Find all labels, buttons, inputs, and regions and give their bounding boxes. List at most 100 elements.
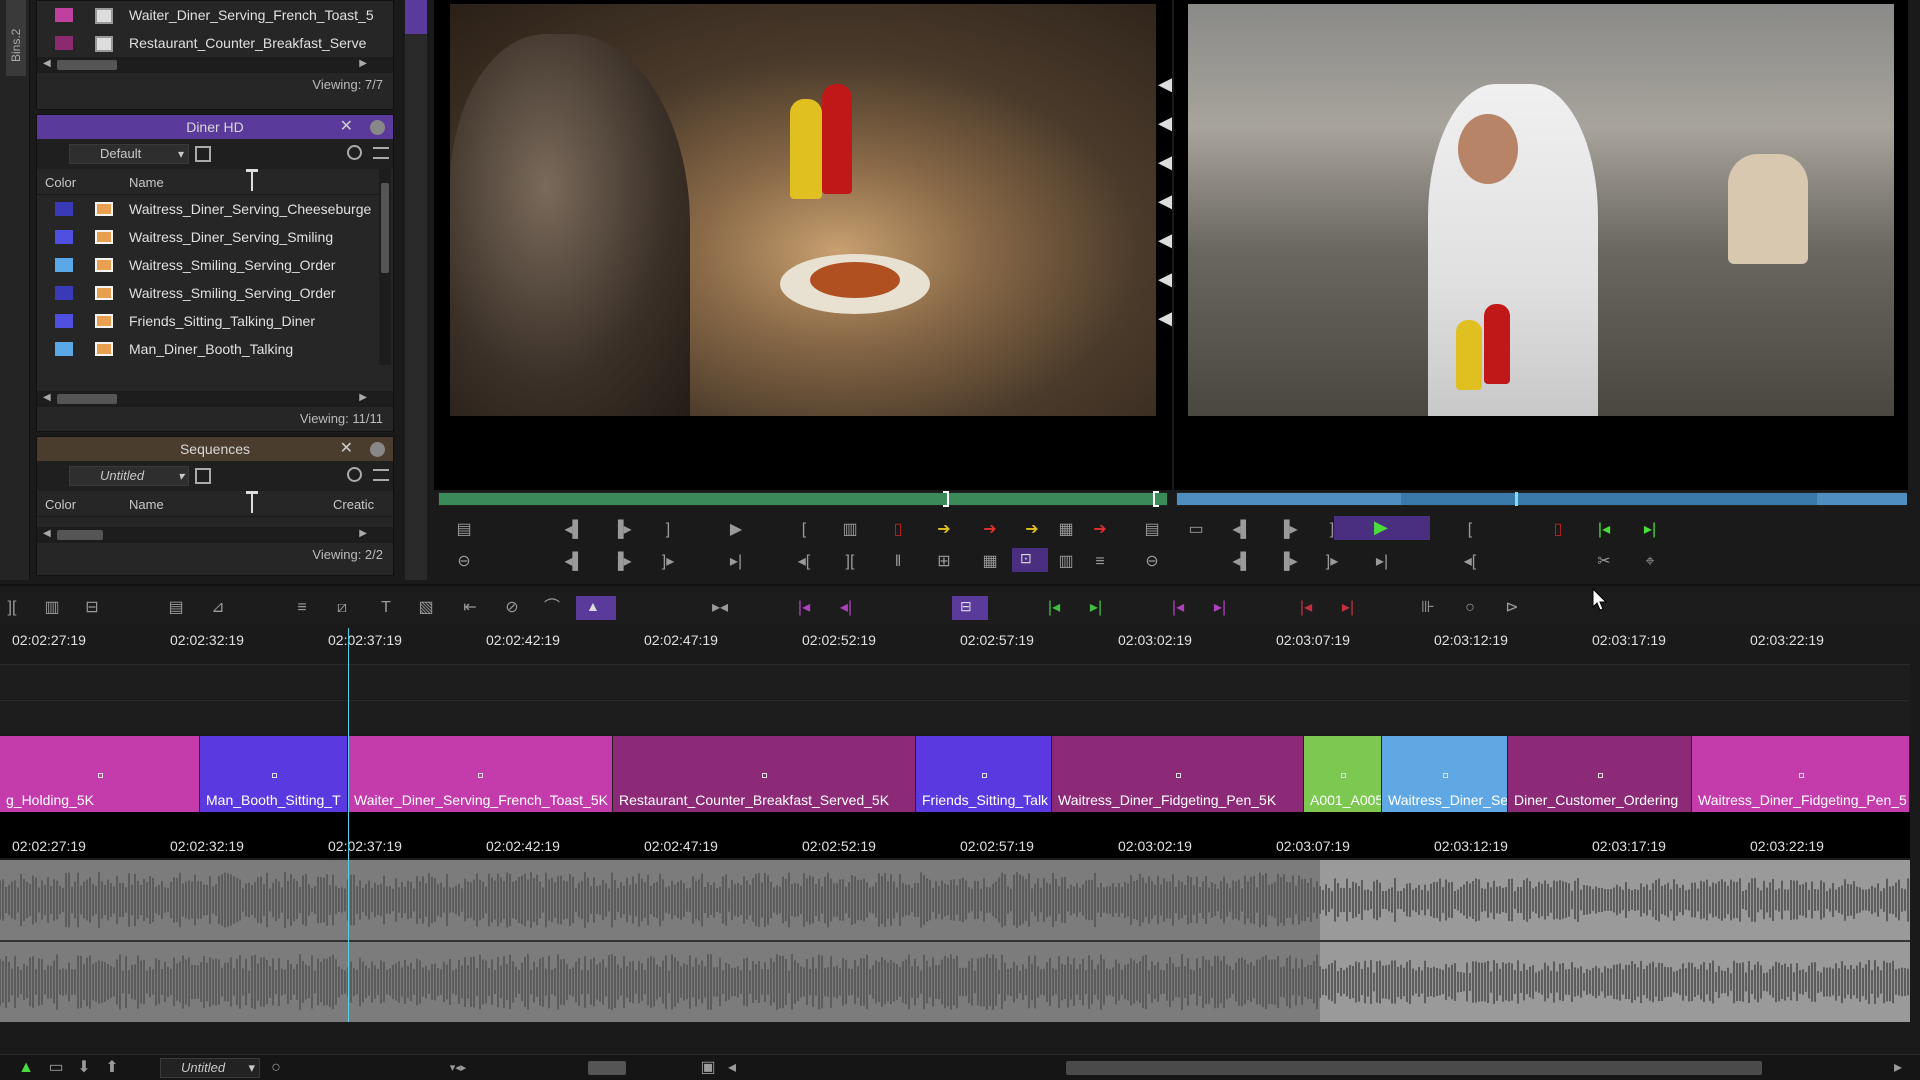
scroll-left-icon[interactable]: ◂	[720, 1058, 744, 1078]
timecode-ruler-lower[interactable]: 02:02:27:19 02:02:32:19 02:02:37:19 02:0…	[0, 812, 1910, 858]
hamburger-icon[interactable]	[373, 147, 389, 159]
timeline-clip[interactable]: Man_Booth_Sitting_T	[200, 736, 348, 812]
timeline-clip[interactable]: Friends_Sitting_Talk	[916, 736, 1052, 812]
trim-icon[interactable]: ▭	[1184, 520, 1208, 540]
bins-tab[interactable]: Bins.2	[6, 0, 26, 76]
scroll-right-icon[interactable]: ▶	[359, 58, 367, 69]
play-button[interactable]: ▶	[1334, 516, 1430, 540]
grid-icon[interactable]: ▦	[1054, 520, 1078, 540]
col-creation[interactable]: Creatic	[333, 497, 374, 512]
mark-in-icon[interactable]: [	[792, 520, 816, 540]
timeline-clip[interactable]: Waitress_Diner_Fidgeting_Pen_5	[1692, 736, 1910, 812]
scroll-thumb[interactable]	[57, 60, 117, 70]
timeline-clip[interactable]: g_Holding_5K	[0, 736, 200, 812]
source-monitor[interactable]: ◀ ◀ ◀ ◀ ◀ ◀ ◀	[434, 0, 1172, 490]
empty-track[interactable]	[0, 664, 1910, 698]
fade-icon[interactable]: ⌒	[540, 598, 564, 618]
timeline-scroll-thumb[interactable]	[1066, 1061, 1762, 1075]
audio-track-2[interactable]	[0, 942, 1910, 1022]
scroll-thumb[interactable]	[57, 530, 103, 540]
step-forward-icon[interactable]: ▐▸	[610, 520, 634, 540]
record-monitor[interactable]	[1174, 0, 1908, 490]
trim-right-icon[interactable]: ▸|	[1208, 598, 1232, 618]
match-frame-icon[interactable]: ǁ	[886, 552, 910, 572]
scroll-left-icon[interactable]: ◀	[43, 528, 51, 539]
list-item[interactable]: Waitress_Diner_Serving_Smiling	[37, 223, 393, 251]
list-item[interactable]: Restaurant_Counter_Breakfast_Serve	[37, 29, 393, 57]
empty-track[interactable]	[0, 700, 1910, 734]
scroll-left-icon[interactable]: ◀	[43, 392, 51, 403]
matte-icon[interactable]: ▧	[414, 598, 438, 618]
grid-icon[interactable]: ▦	[978, 552, 1002, 572]
grid-view-icon[interactable]	[195, 146, 211, 162]
position-indicator[interactable]	[1515, 492, 1518, 506]
lift-icon[interactable]: ⇤	[458, 598, 482, 618]
timeline-clip[interactable]: Waiter_Diner_Serving_French_Toast_5K	[348, 736, 613, 812]
sequence-select[interactable]: Untitled ▾	[160, 1058, 260, 1078]
title-tool-icon[interactable]: T	[374, 598, 398, 618]
col-name[interactable]: Name	[129, 175, 164, 190]
down-arrow-icon[interactable]: ⬇	[72, 1058, 96, 1078]
lift-icon[interactable]: ➔	[1020, 520, 1044, 540]
col-name[interactable]: Name	[129, 497, 164, 512]
go-to-out-icon[interactable]: ◂|	[834, 598, 858, 618]
trim-roller-icon[interactable]: ⌖	[1638, 552, 1662, 572]
go-to-end-icon[interactable]: ▸|	[724, 552, 748, 572]
add-marker-icon[interactable]: ▯	[1546, 520, 1570, 540]
scissors-icon[interactable]: ✂	[1592, 552, 1616, 572]
sort-marker-icon[interactable]	[246, 169, 258, 191]
segment-mode-button[interactable]: ⊟	[952, 596, 988, 620]
composer-side-tab[interactable]	[405, 0, 427, 34]
horizontal-scrollbar[interactable]: ◀ ▶	[37, 391, 393, 407]
track-icon[interactable]: ▤	[164, 598, 188, 618]
scroll-right-icon[interactable]: ▶	[359, 392, 367, 403]
bin-view-select[interactable]: Untitled	[69, 466, 189, 486]
rewind-icon[interactable]: ◂▌	[562, 552, 586, 572]
position-indicator[interactable]	[1153, 491, 1159, 507]
list-item[interactable]: Waitress_Smiling_Serving_Order	[37, 279, 393, 307]
step-back-icon[interactable]: ◂▌	[1230, 520, 1254, 540]
audio-track-1[interactable]	[0, 860, 1910, 940]
settings-sliders-icon[interactable]: ≡	[290, 598, 314, 618]
audio-keyframe-button[interactable]: ▲	[576, 596, 616, 620]
fast-forward-icon[interactable]: ▐▸	[610, 552, 634, 572]
go-to-in-icon[interactable]: |◂	[792, 598, 816, 618]
list-item[interactable]: Friends_Sitting_Talking_Diner	[37, 307, 393, 335]
mark-in-icon[interactable]: [	[1458, 520, 1482, 540]
trim-left-icon[interactable]: |◂	[1294, 598, 1318, 618]
disable-icon[interactable]: ⊘	[500, 598, 524, 618]
bars-icon[interactable]: ▥	[1054, 552, 1078, 572]
grid-view-icon[interactable]	[195, 468, 211, 484]
grid-view-icon[interactable]: ⊞	[932, 552, 956, 572]
bin-icon[interactable]: ▤	[1140, 520, 1164, 540]
bin-title-bar[interactable]: Sequences ✕	[37, 437, 393, 461]
center-icon[interactable]: ▸◂	[708, 598, 732, 618]
extract-icon[interactable]: ➔	[1088, 520, 1112, 540]
go-to-in-icon[interactable]: ◂[	[792, 552, 816, 572]
monitor-icon[interactable]: ▭	[44, 1058, 68, 1078]
add-marker-icon[interactable]: ▯	[886, 520, 910, 540]
bin-icon[interactable]: ▤	[452, 520, 476, 540]
step-back-icon[interactable]: ◂▌	[562, 520, 586, 540]
timeline-clip[interactable]: Diner_Customer_Ordering	[1508, 736, 1692, 812]
hamburger-icon[interactable]	[373, 469, 389, 481]
list-item[interactable]: Man_Diner_Booth_Talking	[37, 335, 393, 363]
sync-icon[interactable]: ⊟	[80, 598, 104, 618]
segment-icon[interactable]: ][	[0, 598, 24, 618]
go-to-out-icon[interactable]: ]▸	[656, 552, 680, 572]
fast-forward-icon[interactable]: ▐▸	[1276, 552, 1300, 572]
horizontal-scrollbar[interactable]: ◀ ▶	[37, 527, 393, 543]
scroll-right-icon[interactable]: ▶	[359, 528, 367, 539]
search-icon[interactable]	[347, 467, 362, 482]
scroll-thumb[interactable]	[381, 183, 389, 273]
trim-right-icon[interactable]: ▸|	[1084, 598, 1108, 618]
split-icon[interactable]: ▥	[40, 598, 64, 618]
timeline-clip[interactable]: Waitress_Diner_Se	[1382, 736, 1508, 812]
go-to-out-icon[interactable]: ]▸	[1320, 552, 1344, 572]
horizontal-scrollbar[interactable]: ◀ ▶	[37, 57, 393, 73]
go-to-in-icon[interactable]: ◂[	[1458, 552, 1482, 572]
playhead[interactable]	[348, 628, 349, 1022]
mark-in-icon[interactable]	[943, 491, 949, 507]
go-to-out-icon[interactable]: ▸|	[1638, 520, 1662, 540]
up-arrow-icon[interactable]: ⬆	[100, 1058, 124, 1078]
